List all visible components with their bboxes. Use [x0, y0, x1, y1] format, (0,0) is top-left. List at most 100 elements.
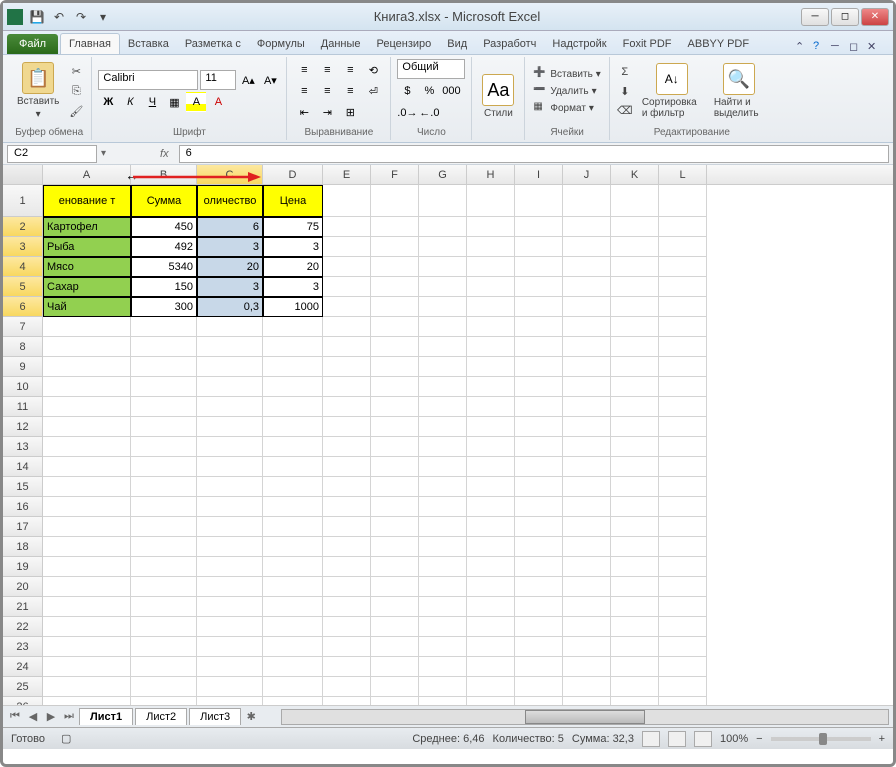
cell-A3[interactable]: Рыба — [43, 237, 131, 257]
cell-L4[interactable] — [659, 257, 707, 277]
currency-button[interactable]: $ — [397, 81, 417, 101]
row-header-26[interactable]: 26 — [3, 697, 43, 705]
cell-H25[interactable] — [467, 677, 515, 697]
normal-view-button[interactable] — [642, 731, 660, 747]
cell-C5[interactable]: 3 — [197, 277, 263, 297]
cell-L9[interactable] — [659, 357, 707, 377]
cell-I7[interactable] — [515, 317, 563, 337]
cell-D14[interactable] — [263, 457, 323, 477]
bold-button[interactable]: Ж — [98, 92, 118, 112]
format-cells-button[interactable]: ▦Формат ▾ — [531, 100, 602, 116]
cell-E24[interactable] — [323, 657, 371, 677]
paste-button[interactable]: 📋 Вставить ▾ — [13, 60, 63, 122]
cell-J1[interactable] — [563, 185, 611, 217]
cell-B21[interactable] — [131, 597, 197, 617]
cell-E22[interactable] — [323, 617, 371, 637]
cell-K20[interactable] — [611, 577, 659, 597]
cell-C23[interactable] — [197, 637, 263, 657]
cell-B15[interactable] — [131, 477, 197, 497]
align-middle-button[interactable]: ≡ — [316, 60, 338, 80]
cell-H26[interactable] — [467, 697, 515, 705]
cell-J24[interactable] — [563, 657, 611, 677]
cell-A5[interactable]: Сахар — [43, 277, 131, 297]
cell-K25[interactable] — [611, 677, 659, 697]
cell-D21[interactable] — [263, 597, 323, 617]
cell-G7[interactable] — [419, 317, 467, 337]
cell-K6[interactable] — [611, 297, 659, 317]
cell-B11[interactable] — [131, 397, 197, 417]
column-header-E[interactable]: E — [323, 165, 371, 184]
increase-indent-button[interactable]: ⇥ — [316, 102, 338, 122]
cell-G25[interactable] — [419, 677, 467, 697]
cell-H6[interactable] — [467, 297, 515, 317]
cell-A20[interactable] — [43, 577, 131, 597]
cell-I17[interactable] — [515, 517, 563, 537]
sheet-tab-1[interactable]: Лист1 — [79, 708, 133, 725]
cell-G10[interactable] — [419, 377, 467, 397]
cell-G26[interactable] — [419, 697, 467, 705]
cell-J26[interactable] — [563, 697, 611, 705]
cell-I26[interactable] — [515, 697, 563, 705]
cell-A17[interactable] — [43, 517, 131, 537]
cell-L3[interactable] — [659, 237, 707, 257]
row-header-6[interactable]: 6 — [3, 297, 43, 317]
cell-E18[interactable] — [323, 537, 371, 557]
cell-L16[interactable] — [659, 497, 707, 517]
cell-H13[interactable] — [467, 437, 515, 457]
row-header-2[interactable]: 2 — [3, 217, 43, 237]
cell-K12[interactable] — [611, 417, 659, 437]
styles-button[interactable]: Aa Стили — [478, 72, 518, 121]
cell-D25[interactable] — [263, 677, 323, 697]
cell-G11[interactable] — [419, 397, 467, 417]
cell-J20[interactable] — [563, 577, 611, 597]
cell-L2[interactable] — [659, 217, 707, 237]
cell-F4[interactable] — [371, 257, 419, 277]
doc-close-icon[interactable]: ✕ — [867, 40, 881, 54]
cell-A22[interactable] — [43, 617, 131, 637]
row-header-9[interactable]: 9 — [3, 357, 43, 377]
cell-G23[interactable] — [419, 637, 467, 657]
cell-K1[interactable] — [611, 185, 659, 217]
cell-D18[interactable] — [263, 537, 323, 557]
column-header-J[interactable]: J — [563, 165, 611, 184]
cell-J17[interactable] — [563, 517, 611, 537]
copy-button[interactable]: ⎘ — [67, 82, 85, 100]
cell-D9[interactable] — [263, 357, 323, 377]
cell-F9[interactable] — [371, 357, 419, 377]
cell-E21[interactable] — [323, 597, 371, 617]
cell-C3[interactable]: 3 — [197, 237, 263, 257]
cell-J21[interactable] — [563, 597, 611, 617]
spreadsheet-grid[interactable]: ABCDEFGHIJKL 123456789101112131415161718… — [3, 165, 893, 705]
cell-C11[interactable] — [197, 397, 263, 417]
cell-D1[interactable]: Цена — [263, 185, 323, 217]
cell-K26[interactable] — [611, 697, 659, 705]
cell-B26[interactable] — [131, 697, 197, 705]
row-header-1[interactable]: 1 — [3, 185, 43, 217]
format-painter-button[interactable]: 🖌 — [67, 102, 85, 120]
cell-J11[interactable] — [563, 397, 611, 417]
maximize-button[interactable]: ◻ — [831, 8, 859, 26]
undo-button[interactable]: ↶ — [49, 7, 69, 27]
cell-I3[interactable] — [515, 237, 563, 257]
cell-K8[interactable] — [611, 337, 659, 357]
cell-L21[interactable] — [659, 597, 707, 617]
cell-F24[interactable] — [371, 657, 419, 677]
cell-B1[interactable]: Сумма — [131, 185, 197, 217]
number-format-select[interactable]: Общий — [397, 59, 465, 79]
tab-addins[interactable]: Надстройк — [544, 34, 614, 54]
cell-D13[interactable] — [263, 437, 323, 457]
row-header-16[interactable]: 16 — [3, 497, 43, 517]
cell-B17[interactable] — [131, 517, 197, 537]
cell-D10[interactable] — [263, 377, 323, 397]
cell-D5[interactable]: 3 — [263, 277, 323, 297]
cell-L5[interactable] — [659, 277, 707, 297]
zoom-level[interactable]: 100% — [720, 733, 748, 745]
cell-J19[interactable] — [563, 557, 611, 577]
save-button[interactable]: 💾 — [27, 7, 47, 27]
scroll-thumb[interactable] — [525, 710, 645, 724]
cell-J13[interactable] — [563, 437, 611, 457]
fx-icon[interactable]: fx — [154, 148, 175, 160]
column-header-D[interactable]: D — [263, 165, 323, 184]
cell-L12[interactable] — [659, 417, 707, 437]
row-header-4[interactable]: 4 — [3, 257, 43, 277]
